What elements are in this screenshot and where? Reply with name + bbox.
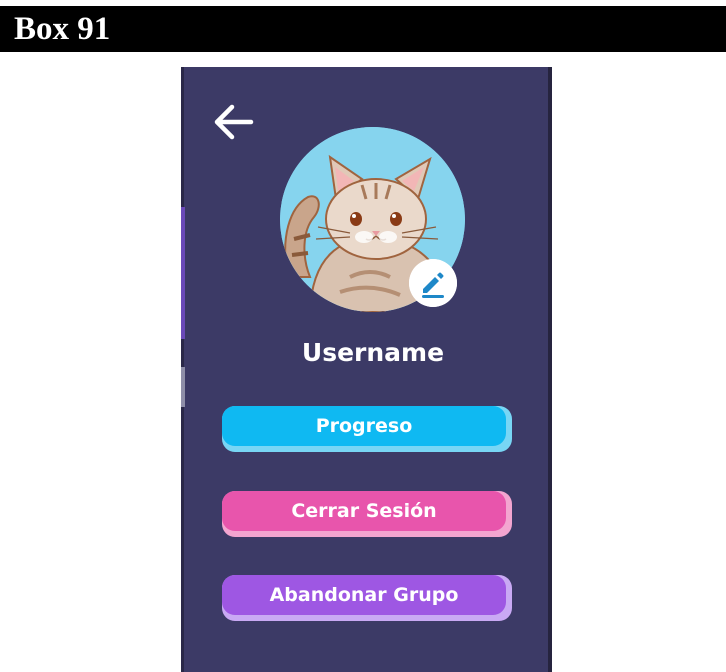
back-button[interactable]: [211, 102, 257, 142]
background-peek-2: [181, 367, 185, 407]
abandonar-grupo-button-label: Abandonar Grupo: [269, 584, 459, 606]
background-peek: [181, 207, 185, 339]
progreso-button-label: Progreso: [315, 415, 413, 437]
box-title: Box 91: [14, 11, 111, 47]
cerrar-sesion-button-label: Cerrar Sesión: [291, 500, 437, 522]
username-label: Username: [301, 338, 445, 367]
arrow-left-icon: [214, 104, 254, 140]
box-header: Box 91: [0, 6, 726, 52]
edit-avatar-button[interactable]: [409, 259, 457, 307]
abandonar-grupo-button[interactable]: Abandonar Grupo: [222, 575, 512, 621]
progreso-button[interactable]: Progreso: [222, 406, 512, 452]
pencil-icon: [409, 259, 457, 307]
panel-right-edge: [548, 67, 552, 672]
cerrar-sesion-button[interactable]: Cerrar Sesión: [222, 491, 512, 537]
